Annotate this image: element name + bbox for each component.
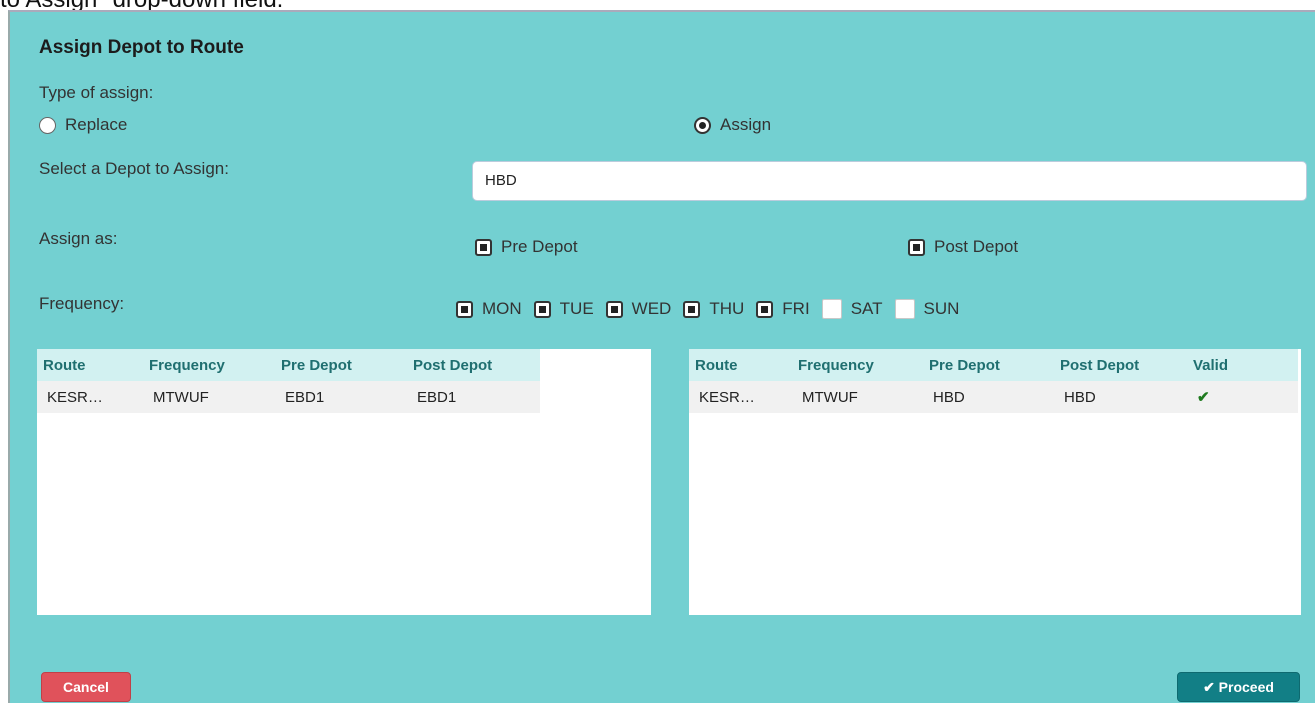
col-header-pre-depot[interactable]: Pre Depot <box>923 349 1054 381</box>
radio-assign-indicator[interactable] <box>694 116 711 134</box>
new-assignments-panel: Route Frequency Pre Depot Post Depot Val… <box>689 349 1301 615</box>
cell-route: KESR… <box>689 381 792 413</box>
post-depot-checkbox[interactable]: Post Depot <box>908 237 1018 257</box>
col-header-frequency[interactable]: Frequency <box>143 349 275 381</box>
tue-checkbox-box[interactable] <box>533 300 551 318</box>
type-of-assign-label: Type of assign: <box>39 83 154 102</box>
radio-replace-label: Replace <box>65 115 128 134</box>
cell-route: KESR… <box>37 381 143 413</box>
fri-checkbox-box[interactable] <box>756 300 774 318</box>
assign-depot-dialog: Assign Depot to Route Type of assign: Re… <box>8 10 1315 703</box>
table-row[interactable]: KESR… MTWUF HBD HBD ✔ <box>689 381 1298 413</box>
pre-depot-label: Pre Depot <box>501 237 578 256</box>
sat-checkbox-box[interactable] <box>821 299 842 319</box>
radio-replace-indicator[interactable] <box>39 116 56 134</box>
day-label: FRI <box>782 299 810 318</box>
select-depot-label: Select a Depot to Assign: <box>39 159 229 178</box>
col-header-valid[interactable]: Valid <box>1187 349 1298 381</box>
proceed-button[interactable]: ✔ Proceed <box>1177 672 1300 702</box>
col-header-pre-depot[interactable]: Pre Depot <box>275 349 407 381</box>
day-label: SAT <box>850 299 883 318</box>
current-assignments-panel: Route Frequency Pre Depot Post Depot KES… <box>37 349 651 615</box>
cell-pre-depot: HBD <box>923 381 1054 413</box>
day-checkbox-fri[interactable]: FRI <box>756 299 810 319</box>
day-checkbox-tue[interactable]: TUE <box>533 299 594 319</box>
day-label: WED <box>631 299 672 318</box>
table-row[interactable]: KESR… MTWUF EBD1 EBD1 <box>37 381 540 413</box>
radio-assign[interactable]: Assign <box>694 115 771 135</box>
current-assignments-table: Route Frequency Pre Depot Post Depot KES… <box>37 349 540 413</box>
table-header-row: Route Frequency Pre Depot Post Depot Val… <box>689 349 1298 381</box>
wed-checkbox-box[interactable] <box>605 300 623 318</box>
mon-checkbox-box[interactable] <box>456 300 473 318</box>
radio-assign-label: Assign <box>720 115 772 134</box>
cell-pre-depot: EBD1 <box>275 381 407 413</box>
day-label: TUE <box>559 299 594 318</box>
frequency-label: Frequency: <box>39 294 125 313</box>
col-header-post-depot[interactable]: Post Depot <box>1054 349 1187 381</box>
table-header-row: Route Frequency Pre Depot Post Depot <box>37 349 540 381</box>
depot-select-input[interactable]: HBD <box>472 161 1307 201</box>
day-checkbox-wed[interactable]: WED <box>605 299 672 319</box>
col-header-route[interactable]: Route <box>37 349 143 381</box>
cell-frequency: MTWUF <box>792 381 923 413</box>
valid-check-icon: ✔ <box>1187 381 1298 413</box>
radio-replace[interactable]: Replace <box>39 115 127 135</box>
cell-post-depot: HBD <box>1054 381 1187 413</box>
cell-frequency: MTWUF <box>143 381 275 413</box>
col-header-post-depot[interactable]: Post Depot <box>407 349 540 381</box>
cell-post-depot: EBD1 <box>407 381 540 413</box>
new-assignments-table: Route Frequency Pre Depot Post Depot Val… <box>689 349 1298 413</box>
thu-checkbox-box[interactable] <box>683 300 701 318</box>
post-depot-checkbox-box[interactable] <box>908 238 925 256</box>
assign-as-label: Assign as: <box>39 229 118 248</box>
col-header-frequency[interactable]: Frequency <box>792 349 923 381</box>
col-header-route[interactable]: Route <box>689 349 792 381</box>
day-checkbox-sat[interactable]: SAT <box>821 299 883 319</box>
pre-depot-checkbox[interactable]: Pre Depot <box>475 237 578 257</box>
frequency-checkboxes: MON TUE WED THU FRI SAT SUN <box>456 299 971 319</box>
day-checkbox-thu[interactable]: THU <box>683 299 744 319</box>
post-depot-label: Post Depot <box>934 237 1019 256</box>
day-label: THU <box>709 299 745 318</box>
cancel-button[interactable]: Cancel <box>41 672 131 702</box>
day-checkbox-sun[interactable]: SUN <box>894 299 960 319</box>
dialog-title: Assign Depot to Route <box>39 37 244 58</box>
day-label: SUN <box>923 299 960 318</box>
day-checkbox-mon[interactable]: MON <box>456 299 522 319</box>
day-label: MON <box>482 299 522 318</box>
sun-checkbox-box[interactable] <box>894 299 915 319</box>
pre-depot-checkbox-box[interactable] <box>475 238 492 256</box>
